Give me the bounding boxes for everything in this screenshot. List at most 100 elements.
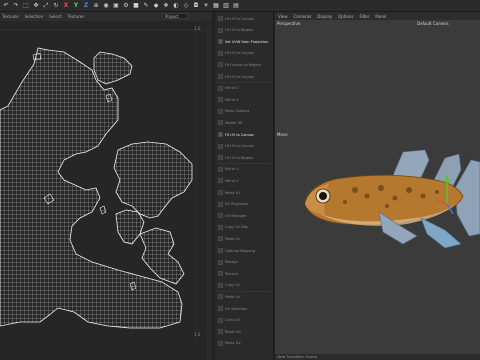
select-icon[interactable]: ⬚	[22, 2, 30, 10]
command-item[interactable]: Optimal Mapping	[218, 247, 270, 254]
command-icon	[218, 143, 223, 149]
command-label: Copy UV Map	[225, 225, 249, 230]
command-label: UV Projection	[225, 202, 249, 207]
clone-icon[interactable]: ❖	[162, 2, 170, 10]
command-item[interactable]: Mirror V	[218, 96, 270, 103]
y-axis-toggle[interactable]: Y	[72, 2, 80, 10]
uv-menu-textures-2[interactable]: Textures	[68, 14, 85, 19]
command-icon	[218, 329, 223, 335]
command-icon	[218, 190, 223, 195]
pen-icon[interactable]: ✎	[142, 2, 150, 10]
command-item[interactable]: UV Manager	[218, 212, 270, 219]
command-item[interactable]: Fit UV to Canvas	[218, 50, 270, 57]
main-toolbar: ↶ ↷ ⬚ ✥ ⤢ ↻ X Y Z ⊕ ◉ ▣ ⚙ ■ ✎ ◆ ❖ ◐ ◇ ◘ ☀ ▦ ▥ ▤	[0, 0, 480, 12]
uv-scrollbar[interactable]	[206, 22, 211, 360]
command-item[interactable]: Reset UV	[218, 328, 270, 335]
light-icon[interactable]: ☀	[202, 2, 210, 10]
viewport-menu-options[interactable]: Options	[338, 14, 353, 19]
uv-mesh-canvas[interactable]	[0, 22, 205, 360]
command-icon	[218, 306, 223, 311]
command-label: Fit UV to Canvas	[225, 132, 254, 137]
command-icon	[218, 108, 223, 114]
command-item[interactable]: Fit Canvas to Region	[218, 61, 270, 68]
x-axis-toggle[interactable]: X	[62, 2, 70, 10]
command-label: Fit Canvas to Region	[225, 62, 261, 67]
viewport-menu-filter[interactable]: Filter	[359, 14, 369, 19]
command-item[interactable]: Clear UV	[218, 317, 270, 324]
command-label: Copy UV	[225, 283, 240, 288]
rotate-icon[interactable]: ↻	[52, 2, 60, 10]
command-icon	[218, 62, 223, 68]
render-view-icon[interactable]: ▣	[112, 2, 120, 10]
command-icon	[218, 74, 223, 79]
command-item[interactable]: Fit UV to Region	[218, 27, 270, 34]
subdivide-icon[interactable]: ◆	[152, 2, 160, 10]
command-item[interactable]: Fit UV to Canvas	[218, 73, 270, 80]
command-label: Mirror U	[225, 167, 239, 172]
command-item[interactable]: Relax UV	[218, 340, 270, 347]
command-item[interactable]: Set UVW from Projection	[218, 38, 270, 45]
command-label: Relax UV	[225, 190, 241, 195]
command-item[interactable]: Copy UV	[218, 282, 270, 289]
command-label: UV Selection	[225, 306, 248, 311]
render-settings-icon[interactable]: ⚙	[122, 2, 130, 10]
command-item[interactable]: Paste UV	[218, 293, 270, 300]
coord-icon[interactable]: ⊕	[92, 2, 100, 10]
uv-menu-select[interactable]: Select	[49, 14, 61, 19]
viewport-menu-display[interactable]: Display	[317, 14, 332, 19]
scene-icon[interactable]: ◇	[182, 2, 190, 10]
render-icon[interactable]: ◉	[102, 2, 110, 10]
command-item[interactable]: UV Selection	[218, 305, 270, 312]
command-separator	[217, 163, 271, 165]
command-item[interactable]: Relax UV	[218, 189, 270, 196]
uv-menu-selection[interactable]: Selection	[25, 14, 43, 19]
command-separator	[217, 290, 271, 292]
layout-icon[interactable]: ▥	[222, 2, 230, 10]
command-item[interactable]: Copy UV Map	[218, 224, 270, 231]
command-item[interactable]: Mirror U	[218, 85, 270, 92]
command-item[interactable]: Mirror V	[218, 177, 270, 184]
uv-island-head	[113, 141, 193, 219]
command-item[interactable]: Terrace	[218, 270, 270, 277]
camera-icon[interactable]: ◘	[192, 2, 200, 10]
command-icon	[218, 201, 223, 207]
command-icon	[218, 97, 223, 103]
viewport-menu-cameras[interactable]: Cameras	[294, 14, 312, 19]
3d-viewport[interactable]: View Cameras Display Options Filter Pane…	[275, 12, 480, 360]
extra-icon[interactable]: ▤	[232, 2, 240, 10]
cube-icon[interactable]: ■	[132, 2, 140, 10]
uv-projection-dropdown[interactable]: Project	[162, 13, 188, 19]
command-icon	[218, 132, 223, 137]
command-label: Set UVW from Projection	[225, 39, 268, 44]
command-icon	[218, 271, 223, 277]
grid-icon[interactable]: ▦	[212, 2, 220, 10]
command-item[interactable]: Realign	[218, 259, 270, 266]
command-icon	[218, 340, 223, 346]
command-icon	[218, 213, 223, 219]
command-item[interactable]: UV Projection	[218, 201, 270, 208]
command-icon	[218, 282, 223, 288]
deformer-icon[interactable]: ◐	[172, 2, 180, 10]
command-item[interactable]: Paste UV	[218, 235, 270, 242]
scale-icon[interactable]: ⤢	[42, 2, 50, 10]
uv-island-tail	[139, 227, 185, 285]
command-item[interactable]: Rotate 90	[218, 119, 270, 126]
viewport-status: View Transform: Scene	[275, 354, 480, 360]
move-icon[interactable]: ✥	[32, 2, 40, 10]
command-item[interactable]: Mirror U	[218, 166, 270, 173]
fish-model[interactable]	[295, 140, 480, 260]
command-item[interactable]: Fit UV to Canvas	[218, 15, 270, 22]
uv-menu-textures[interactable]: Textures	[2, 14, 19, 19]
uv-editor-panel: Textures Selection Select Textures Proje…	[0, 12, 212, 360]
command-item[interactable]: Fit UV to Canvas	[218, 143, 270, 150]
z-axis-toggle[interactable]: Z	[82, 2, 90, 10]
command-item[interactable]: Fit UV to Region	[218, 154, 270, 161]
command-label: Fit UV to Region	[225, 28, 253, 33]
redo-icon[interactable]: ↷	[12, 2, 20, 10]
command-item[interactable]: Relax Options	[218, 108, 270, 115]
undo-icon[interactable]: ↶	[2, 2, 10, 10]
command-item[interactable]: Fit UV to Canvas	[218, 131, 270, 138]
viewport-menu-view[interactable]: View	[278, 14, 288, 19]
command-icon	[218, 294, 223, 300]
viewport-menu-panel[interactable]: Panel	[375, 14, 386, 19]
